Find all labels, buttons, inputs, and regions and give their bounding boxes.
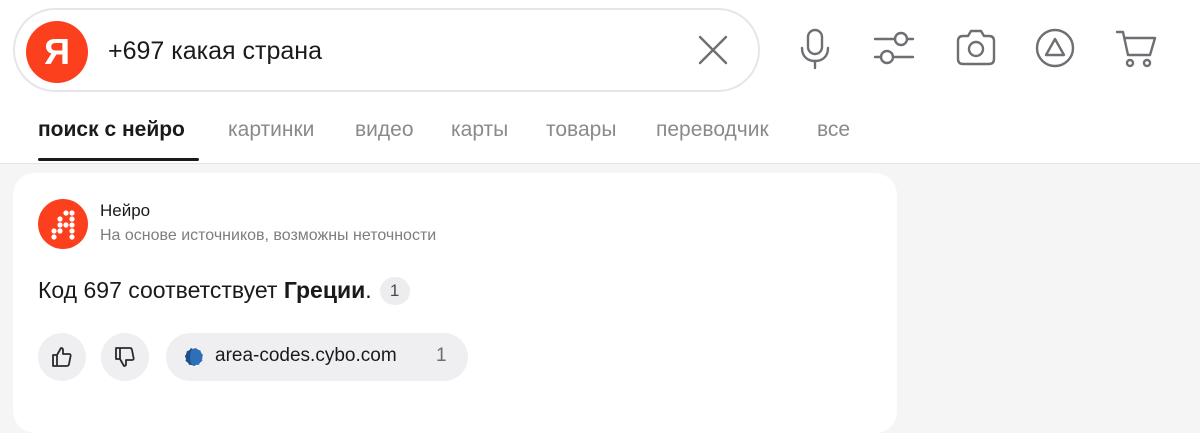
microphone-icon[interactable] [793,26,837,70]
source-count: 1 [436,345,447,366]
cart-icon[interactable] [1114,26,1158,70]
tab-goods[interactable]: товары [546,118,616,142]
like-button[interactable] [38,333,86,381]
neuro-logo [38,199,88,249]
camera-icon[interactable] [954,26,998,70]
tab-maps[interactable]: карты [451,118,508,142]
active-tab-indicator [38,158,199,161]
tab-images[interactable]: картинки [228,118,314,142]
header: Я +697 какая страна поиск с нейро картин… [0,0,1200,164]
alice-icon[interactable] [1033,26,1077,70]
globe-icon [184,347,204,367]
filters-icon[interactable] [872,26,916,70]
neuro-disclaimer: На основе источников, возможны неточност… [100,227,437,244]
tab-all[interactable]: все [817,118,850,142]
neuro-title: Нейро [100,201,151,220]
answer-country: Греции [283,277,366,303]
search-input[interactable]: +697 какая страна [108,10,322,90]
close-icon[interactable] [697,34,729,66]
answer-suffix: . [365,277,372,303]
neuro-logo-icon [51,210,75,240]
source-chip[interactable]: area-codes.cybo.com 1 [166,333,468,381]
yandex-logo[interactable]: Я [26,21,88,83]
source-domain: area-codes.cybo.com [215,345,397,366]
search-box[interactable]: Я +697 какая страна [13,8,760,92]
thumbs-down-icon [115,347,135,367]
tab-neuro[interactable]: поиск с нейро [38,118,185,142]
tab-video[interactable]: видео [355,118,414,142]
dislike-button[interactable] [101,333,149,381]
citation-badge[interactable]: 1 [379,277,410,305]
thumbs-up-icon [52,347,72,367]
answer-text: Код 697 соответствует Греции. 1 [38,277,410,305]
answer-prefix: Код 697 соответствует [38,277,284,303]
tab-translator[interactable]: переводчик [656,118,769,142]
neuro-answer-card: Нейро На основе источников, возможны нет… [13,173,897,433]
